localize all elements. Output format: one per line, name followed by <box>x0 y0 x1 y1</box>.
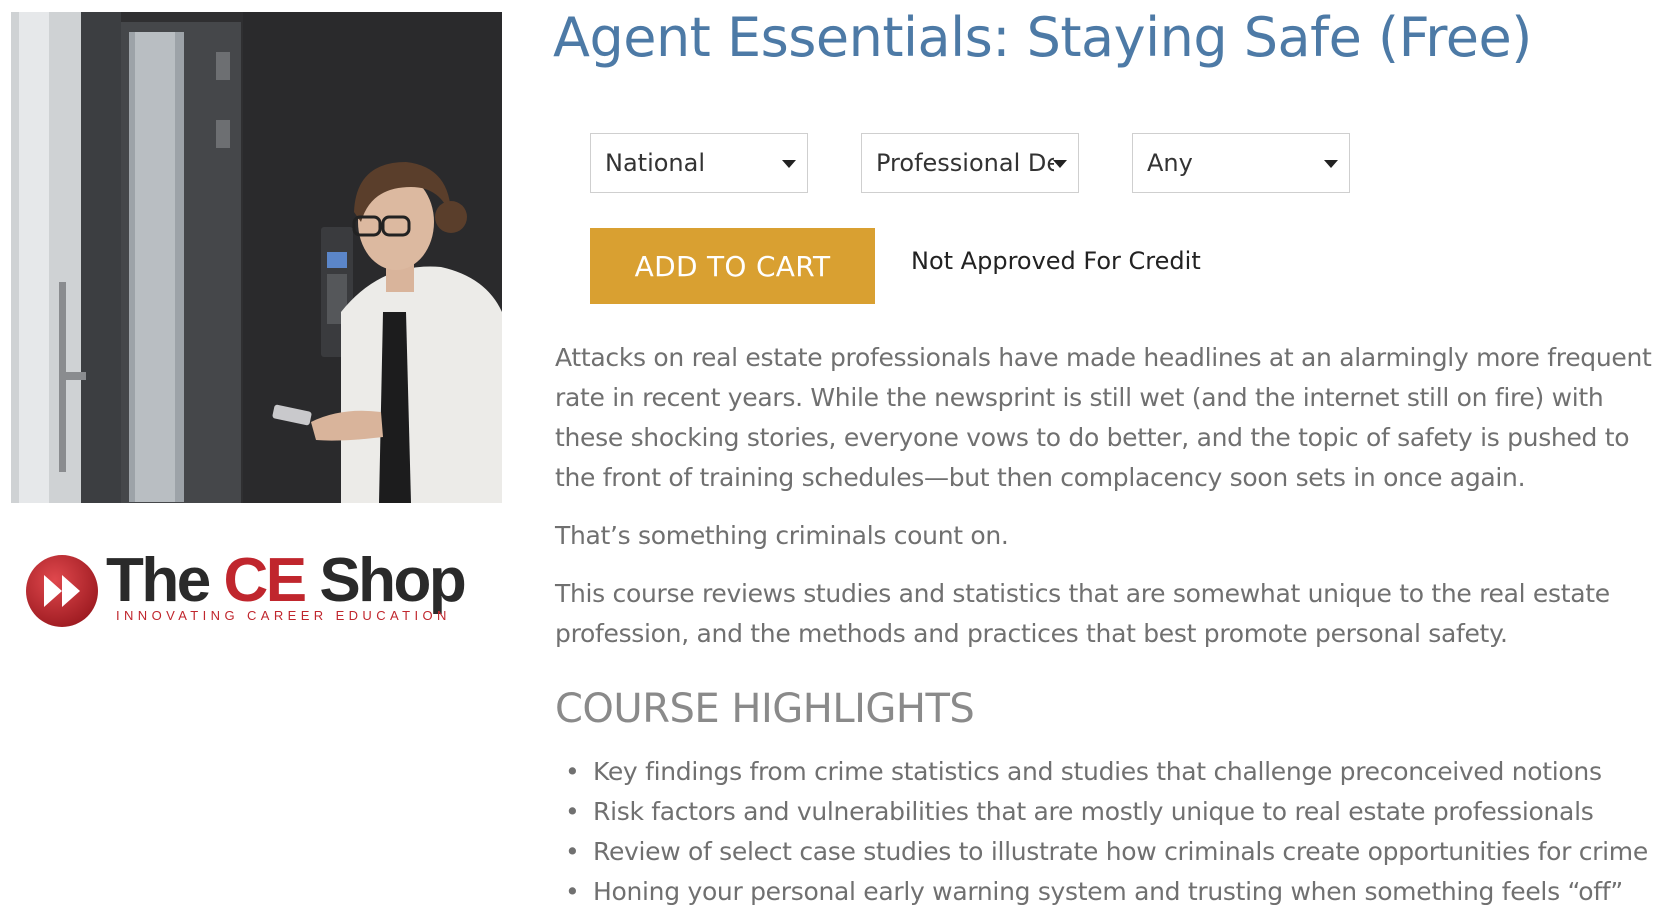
option-select[interactable]: Any <box>1132 133 1350 193</box>
logo-tagline: INNOVATING CAREER EDUCATION <box>116 608 451 623</box>
description-paragraph-3: This course reviews studies and statisti… <box>555 579 1610 648</box>
course-hero-image <box>11 12 502 503</box>
list-item: Key findings from crime statistics and s… <box>555 752 1648 792</box>
state-select[interactable]: National <box>590 133 808 193</box>
list-item: Review of select case studies to illustr… <box>555 832 1648 872</box>
list-item: Risk factors and vulnerabilities that ar… <box>555 792 1648 832</box>
logo-word-ce: CE <box>223 546 307 615</box>
course-title: Agent Essentials: Staying Safe (Free) <box>553 6 1532 69</box>
option-select-value: Any <box>1147 149 1193 177</box>
the-ce-shop-logo: The CE Shop INNOVATING CAREER EDUCATION <box>22 548 472 632</box>
list-item: Honing your personal early warning syste… <box>555 872 1648 912</box>
course-type-select[interactable]: Professional Development <box>861 133 1079 193</box>
logo-word-the: The <box>106 546 224 615</box>
state-select-value: National <box>605 149 706 177</box>
course-type-select-value: Professional Development <box>876 149 1054 177</box>
add-to-cart-button[interactable]: ADD TO CART <box>590 228 875 304</box>
fast-forward-icon <box>26 555 98 627</box>
highlights-list: Key findings from crime statistics and s… <box>555 752 1648 912</box>
description-paragraph-2: That’s something criminals count on. <box>555 521 1009 550</box>
caret-down-icon <box>782 160 796 168</box>
credit-status: Not Approved For Credit <box>911 247 1201 275</box>
highlights-heading: COURSE HIGHLIGHTS <box>555 686 975 732</box>
description-paragraph-1: Attacks on real estate professionals hav… <box>555 343 1652 492</box>
logo-word-shop: Shop <box>304 546 466 615</box>
caret-down-icon <box>1053 160 1067 168</box>
caret-down-icon <box>1324 160 1338 168</box>
logo-wordmark: The CE Shop <box>106 546 467 615</box>
